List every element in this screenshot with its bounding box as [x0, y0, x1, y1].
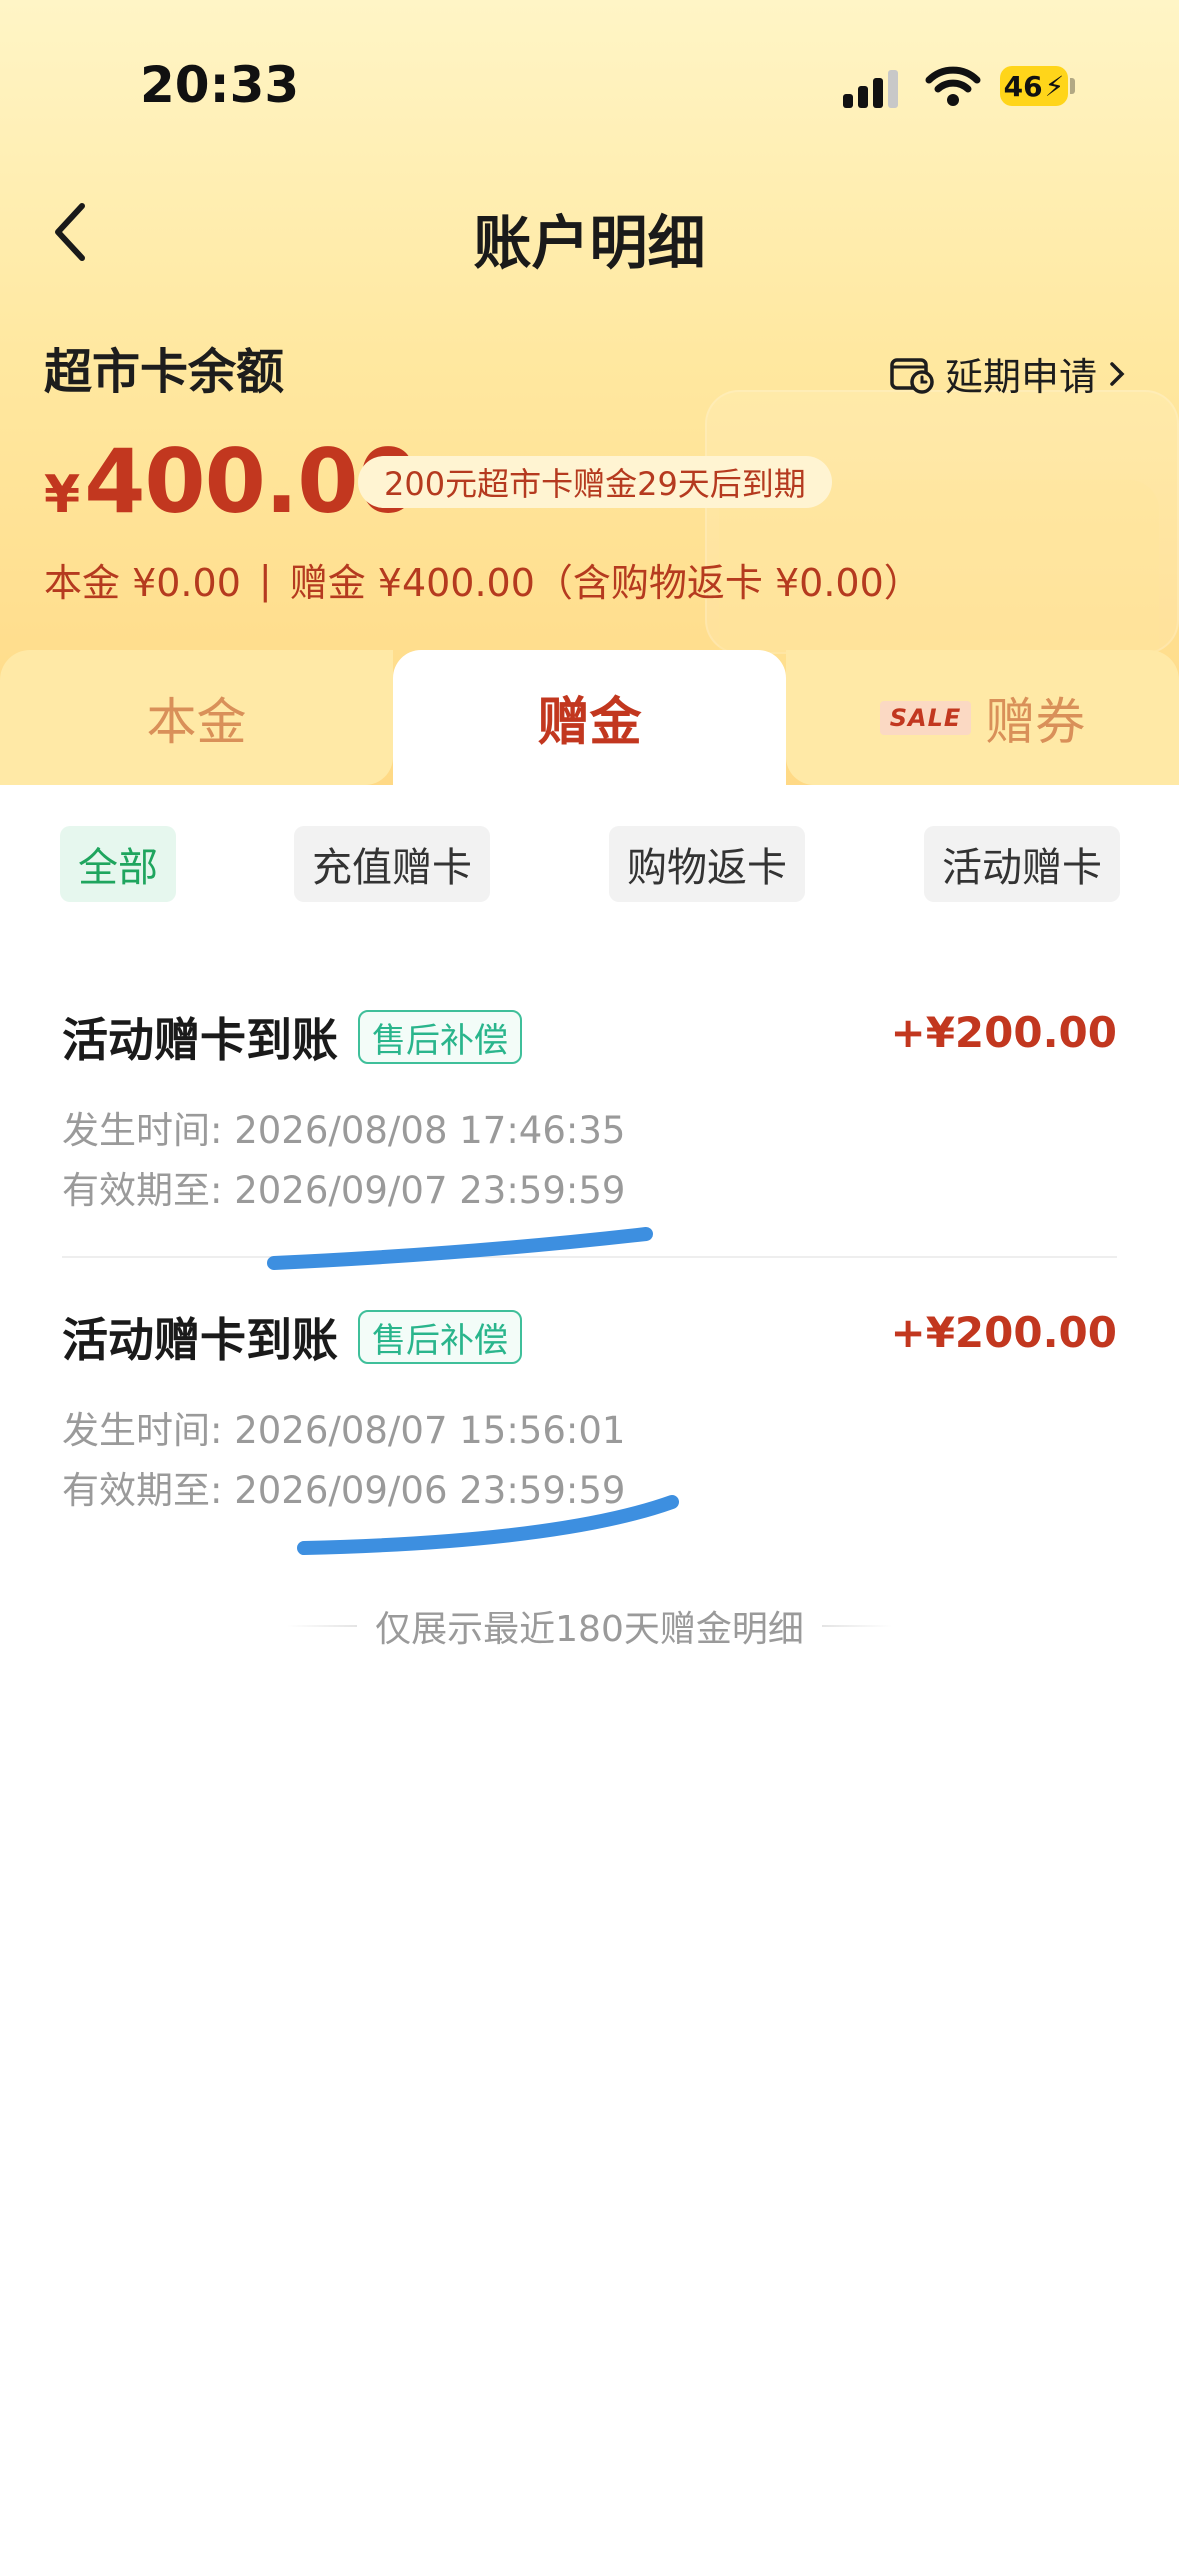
record-amount: +¥200.00: [890, 1308, 1118, 1357]
record-occurred-time: 发生时间: 2026/08/07 15:56:01: [62, 1409, 626, 1452]
tab-coupon-label: 赠券: [985, 692, 1086, 751]
charging-bolt-icon: ⚡: [1044, 69, 1065, 103]
battery-tip: [1070, 78, 1075, 94]
balance-breakdown: 本金 ¥0.00 | 赠金 ¥400.00（含购物返卡 ¥0.00）: [44, 552, 922, 607]
tab-bonus[interactable]: 赠金: [393, 650, 786, 785]
extend-request-label: 延期申请: [944, 355, 1097, 399]
battery-icon: 46 ⚡: [1000, 66, 1068, 106]
filter-chips: 全部 充值赠卡 购物返卡 活动赠卡: [0, 826, 1179, 902]
extend-request-link[interactable]: 延期申请: [889, 346, 1127, 401]
status-time: 20:33: [140, 56, 300, 114]
record-valid-until: 有效期至: 2026/09/07 23:59:59: [62, 1169, 626, 1212]
filter-event-bonus[interactable]: 活动赠卡: [924, 826, 1120, 902]
wallet-clock-icon: [890, 357, 934, 394]
cellular-signal-icon: [843, 70, 901, 108]
filter-recharge-bonus[interactable]: 充值赠卡: [294, 826, 490, 902]
list-item[interactable]: 活动赠卡到账 售后补偿 +¥200.00 发生时间: 2026/08/07 15…: [62, 1304, 1117, 1524]
footer-line-left: [287, 1625, 358, 1627]
tab-bonus-label: 赠金: [537, 693, 642, 753]
tab-coupon[interactable]: SALE 赠券: [786, 650, 1179, 785]
filter-shopping-rebate[interactable]: 购物返卡: [609, 826, 805, 902]
battery-level: 46: [1003, 69, 1043, 103]
footer-line-right: [821, 1625, 892, 1627]
sale-badge: SALE: [879, 700, 972, 735]
chevron-right-icon: [1110, 361, 1125, 386]
record-tag: 售后补偿: [358, 1010, 522, 1064]
balance-label: 超市卡余额: [44, 344, 285, 400]
tab-principal-label: 本金: [146, 692, 247, 751]
list-item[interactable]: 活动赠卡到账 售后补偿 +¥200.00 发生时间: 2026/08/08 17…: [62, 1004, 1117, 1224]
record-title: 活动赠卡到账: [62, 1013, 338, 1067]
principal-breakdown: 本金 ¥0.00: [44, 561, 241, 605]
footer-note-text: 仅展示最近180天赠金明细: [375, 1609, 804, 1650]
wifi-icon: [925, 66, 981, 106]
tab-principal[interactable]: 本金: [0, 650, 393, 785]
filter-all[interactable]: 全部: [60, 826, 176, 902]
record-title: 活动赠卡到账: [62, 1313, 338, 1367]
tab-bar: 本金 赠金 SALE 赠券: [0, 650, 1179, 785]
divider: [62, 1256, 1117, 1258]
record-amount: +¥200.00: [890, 1008, 1118, 1057]
record-valid-until: 有效期至: 2026/09/06 23:59:59: [62, 1469, 626, 1512]
page-title: 账户明细: [473, 209, 706, 277]
record-tag: 售后补偿: [358, 1310, 522, 1364]
breakdown-separator: |: [258, 557, 272, 602]
currency-symbol: ¥: [44, 465, 81, 525]
footer-note: 仅展示最近180天赠金明细: [0, 1600, 1179, 1652]
bonus-breakdown: 赠金 ¥400.00（含购物返卡 ¥0.00）: [289, 561, 922, 605]
record-occurred-time: 发生时间: 2026/08/08 17:46:35: [62, 1109, 626, 1152]
expiry-notice-badge: 200元超市卡赠金29天后到期: [358, 456, 832, 508]
